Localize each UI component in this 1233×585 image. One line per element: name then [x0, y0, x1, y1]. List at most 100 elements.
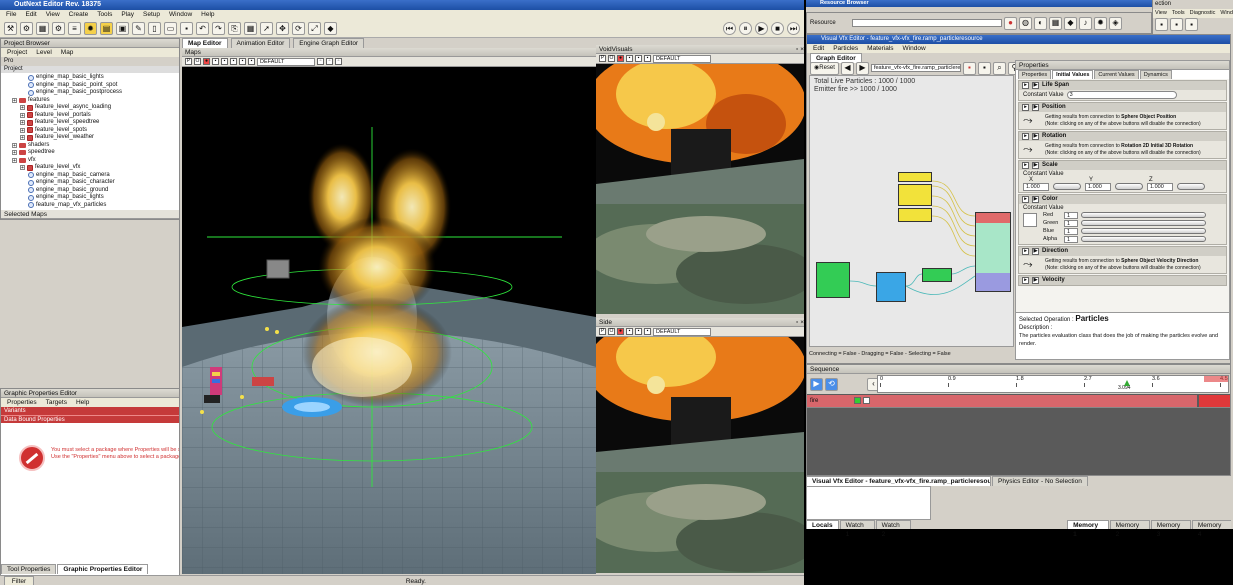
open-folder-icon[interactable]: ▭: [164, 22, 177, 35]
viewport-2[interactable]: [596, 337, 804, 573]
orbit-button[interactable]: O: [194, 58, 201, 65]
tab-properties[interactable]: Properties: [1018, 70, 1052, 79]
tree-item[interactable]: engine_map_basic_lights: [4, 74, 176, 82]
filter-mini-button[interactable]: Filter: [4, 576, 34, 585]
browse-icon[interactable]: ▪: [962, 61, 976, 75]
tab-dynamics[interactable]: Dynamics: [1139, 70, 1172, 79]
render-mode-select[interactable]: DEFAULT: [653, 54, 711, 63]
expand-icon[interactable]: +: [20, 105, 25, 111]
collapse-icon[interactable]: ▸: [1022, 104, 1029, 111]
right-menu-view[interactable]: View: [1155, 9, 1167, 18]
tree-item[interactable]: engine_map_basic_character: [4, 179, 176, 187]
tree-item[interactable]: engine_map_basic_point_spot: [4, 82, 176, 90]
tab-physics-editor[interactable]: Physics Editor - No Selection: [992, 476, 1088, 486]
nav-forward-icon[interactable]: ▶: [855, 61, 869, 75]
tab-initial-values[interactable]: Initial Values: [1052, 70, 1094, 79]
tree-item[interactable]: + feature_level_speedtree: [4, 119, 176, 127]
tab-locals[interactable]: Locals: [806, 520, 839, 529]
snap-icon[interactable]: ▫: [326, 58, 333, 65]
expand-icon[interactable]: +: [12, 157, 17, 163]
property-section-header[interactable]: ▸ ▶ Position: [1019, 103, 1226, 112]
channel-input[interactable]: 1: [1064, 211, 1078, 219]
expand-icon[interactable]: +: [20, 120, 25, 126]
new-file-icon[interactable]: ▯: [148, 22, 161, 35]
life-span-input[interactable]: 3: [1066, 91, 1177, 99]
track-enable-icon[interactable]: [854, 397, 861, 404]
scale-icon[interactable]: ⤢: [308, 22, 321, 35]
project-menu-project[interactable]: Project: [7, 48, 27, 57]
mini-tool-icon[interactable]: ▪: [1170, 18, 1183, 31]
perspective-button[interactable]: P: [599, 55, 606, 62]
expand-icon[interactable]: +: [12, 97, 17, 103]
collapse-icon[interactable]: ▸: [1022, 196, 1029, 203]
collapse-icon[interactable]: ▸: [1022, 82, 1029, 89]
tab-memory-3[interactable]: Memory 3: [1150, 520, 1191, 538]
tab-memory-1[interactable]: Memory 1: [1067, 520, 1109, 538]
nav-back-icon[interactable]: ◀: [840, 61, 854, 75]
render-mode-select[interactable]: DEFAULT: [257, 57, 315, 66]
save-icon[interactable]: ▪: [180, 22, 193, 35]
tab-tool-properties[interactable]: Tool Properties: [1, 564, 57, 574]
select-arrow-icon[interactable]: ➚: [260, 22, 273, 35]
render-mode-select[interactable]: DEFAULT: [653, 327, 711, 336]
menu-help[interactable]: Help: [201, 10, 214, 20]
graph-node-yellow-3[interactable]: [898, 208, 932, 222]
orbit-button[interactable]: O: [608, 55, 615, 62]
save-all-icon[interactable]: ▤: [100, 22, 113, 35]
track-options-icon[interactable]: [863, 397, 870, 404]
project-menu-map[interactable]: Map: [61, 48, 74, 57]
material-icon[interactable]: ◐: [1034, 16, 1047, 30]
menu-setup[interactable]: Setup: [143, 10, 160, 20]
viewport-1[interactable]: [596, 64, 804, 314]
redo-icon[interactable]: ↷: [212, 22, 225, 35]
expand-icon[interactable]: +: [20, 135, 25, 141]
shader-icon[interactable]: ◈: [1109, 16, 1122, 30]
channel-input[interactable]: 1: [1064, 219, 1078, 227]
settings-icon[interactable]: ✹: [84, 22, 97, 35]
tab-graphic-properties[interactable]: Graphic Properties Editor: [57, 564, 149, 574]
tree-item[interactable]: feature_map_vfx_particles: [4, 202, 176, 210]
variants-row[interactable]: Variants: [1, 407, 179, 415]
graph-node-green[interactable]: [816, 262, 850, 298]
red-tool-icon[interactable]: ●: [1004, 16, 1017, 30]
mini-tool-icon[interactable]: ▪: [1155, 18, 1168, 31]
stop-icon[interactable]: ■: [771, 22, 784, 35]
save-icon[interactable]: ▪: [977, 61, 991, 75]
tree-item[interactable]: + feature_level_spots: [4, 127, 176, 135]
channel-input[interactable]: 1: [1064, 235, 1078, 243]
menu-edit[interactable]: Edit: [25, 10, 36, 20]
play-icon[interactable]: ▶: [755, 22, 768, 35]
light-icon[interactable]: ✹: [1094, 16, 1107, 30]
mesh-icon[interactable]: ◆: [1064, 16, 1077, 30]
network-icon[interactable]: ⚙: [20, 22, 33, 35]
view-icon[interactable]: ▪: [635, 55, 642, 62]
tree-item[interactable]: engine_map_basic_postprocess: [4, 89, 176, 97]
tab-memory-4[interactable]: Memory 4: [1191, 520, 1232, 538]
vfx-menu-window[interactable]: Window: [903, 44, 926, 53]
play-icon[interactable]: ▶: [1032, 196, 1039, 203]
tree-item[interactable]: + speedtree: [4, 149, 176, 157]
play-icon[interactable]: ▶: [1032, 277, 1039, 284]
connection-target[interactable]: Sphere Object Position: [1121, 114, 1176, 120]
expand-icon[interactable]: +: [20, 112, 25, 118]
graph-canvas[interactable]: Total Live Particles : 1000 / 1000 Emitt…: [809, 75, 1014, 347]
collapse-icon[interactable]: ▸: [1022, 248, 1029, 255]
graphic-props-menu-targets[interactable]: Targets: [46, 398, 67, 407]
property-section-header[interactable]: ▸ ▶ Life Span: [1019, 81, 1226, 90]
time-cursor[interactable]: [1124, 380, 1130, 386]
project-menu-level[interactable]: Level: [36, 48, 52, 57]
sequence-play-icon[interactable]: ▶: [810, 377, 823, 391]
channel-slider[interactable]: [1081, 212, 1206, 218]
record-icon[interactable]: ●: [617, 328, 624, 335]
rewind-icon[interactable]: ⏮: [723, 22, 736, 35]
rotate-icon[interactable]: ⟳: [292, 22, 305, 35]
zoom-icon[interactable]: ⌕: [992, 61, 1006, 75]
scale-x-input[interactable]: 1.000: [1023, 183, 1049, 191]
data-bound-row[interactable]: Data Bound Properties: [1, 415, 179, 423]
pause-icon[interactable]: ⏸: [739, 22, 752, 35]
view-icon[interactable]: ▪: [626, 55, 633, 62]
play-icon[interactable]: ▶: [1032, 133, 1039, 140]
connection-target[interactable]: Rotation 2D Initial 3D Rotation: [1121, 143, 1193, 149]
scale-slider[interactable]: [1053, 183, 1081, 190]
orbit-button[interactable]: O: [608, 328, 615, 335]
